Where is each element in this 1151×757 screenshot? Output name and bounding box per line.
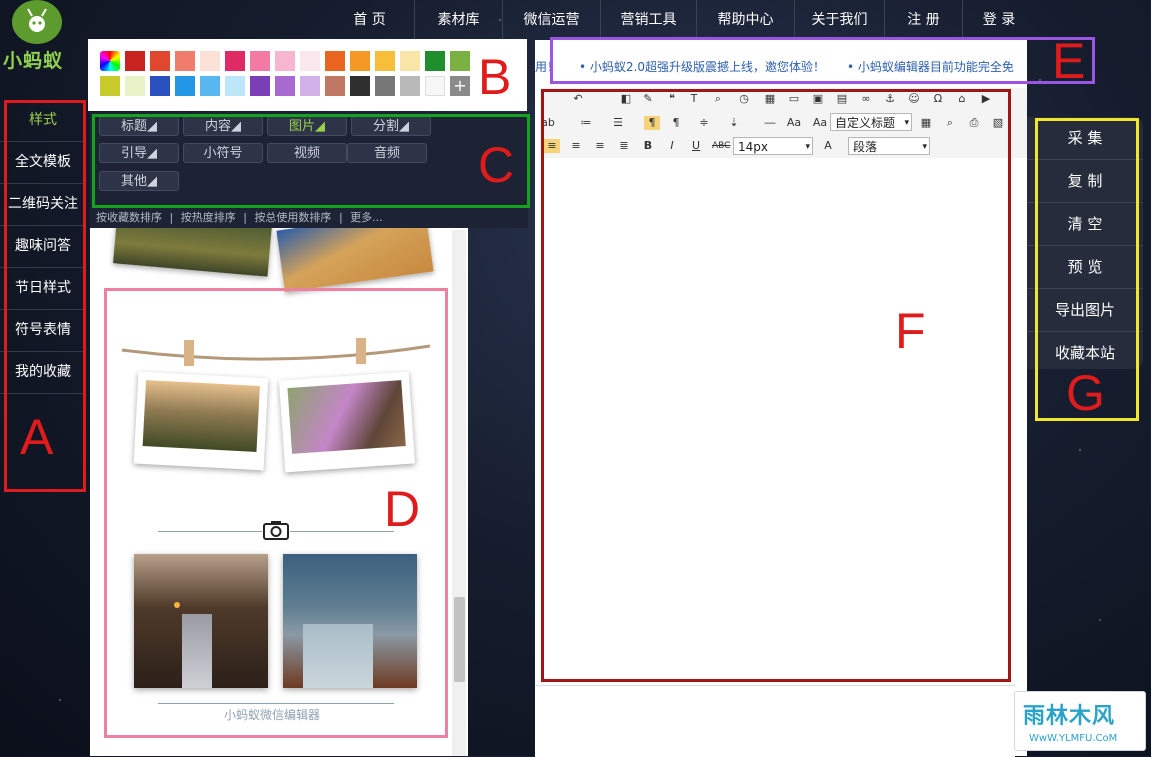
photo-thumbnail	[113, 228, 272, 277]
nav-materials[interactable]: 素材库	[415, 0, 503, 40]
logo[interactable]: 小蚂蚁	[0, 0, 90, 78]
annotation-label-a: A	[20, 409, 54, 465]
annotation-label-d: D	[384, 481, 421, 537]
annotation-box-f	[541, 89, 1011, 682]
watermark-text: 雨林木风	[1023, 704, 1116, 729]
watermark-logo: 雨林木风 WwW.YLMFU.CoM	[1014, 691, 1146, 751]
nav-wechat-ops[interactable]: 微信运营	[503, 0, 601, 40]
annotation-label-f: F	[895, 303, 926, 359]
photo-thumbnail	[276, 228, 434, 293]
camera-icon	[262, 518, 290, 542]
photo-thumbnail	[134, 554, 268, 688]
photo-thumbnail	[283, 554, 417, 688]
annotation-box-e	[550, 37, 1095, 84]
nav-register[interactable]: 注 册	[885, 0, 963, 40]
annotation-box-c	[92, 114, 530, 208]
scrollbar-thumb[interactable]	[454, 597, 465, 682]
separator: |	[243, 211, 247, 224]
separator: |	[338, 211, 343, 224]
photo-thumbnail	[133, 371, 269, 471]
sort-by-popularity[interactable]: 按热度排序	[181, 211, 236, 224]
annotation-label-e: E	[1052, 33, 1086, 89]
sort-links: 按收藏数排序 | 按热度排序 | 按总使用数排序 | 更多...	[96, 209, 387, 225]
separator: |	[169, 211, 174, 224]
nav-marketing-tools[interactable]: 营销工具	[601, 0, 697, 40]
nav-about-us[interactable]: 关于我们	[795, 0, 885, 40]
photo-thumbnail	[278, 371, 416, 473]
more-link[interactable]: 更多...	[350, 211, 383, 224]
nav-login[interactable]: 登 录	[963, 0, 1035, 40]
sort-by-favorites[interactable]: 按收藏数排序	[96, 211, 162, 224]
annotation-label-b: B	[478, 49, 512, 105]
style-caption: 小蚂蚁微信编辑器	[224, 708, 321, 722]
annotation-label-g: G	[1066, 365, 1105, 421]
nav-help-center[interactable]: 帮助中心	[697, 0, 795, 40]
sort-by-usage[interactable]: 按总使用数排序	[254, 211, 331, 224]
editor-footer	[535, 685, 1015, 757]
logo-text: 小蚂蚁	[3, 50, 64, 72]
watermark-url: WwW.YLMFU.CoM	[1029, 733, 1118, 744]
top-nav: 首 页 素材库 微信运营 营销工具 帮助中心 关于我们 注 册 登 录	[325, 0, 1035, 40]
nav-home[interactable]: 首 页	[325, 0, 415, 40]
divider-line	[158, 703, 394, 704]
ant-logo-icon	[12, 0, 62, 44]
annotation-box-b	[88, 39, 527, 111]
annotation-label-c: C	[478, 137, 515, 193]
